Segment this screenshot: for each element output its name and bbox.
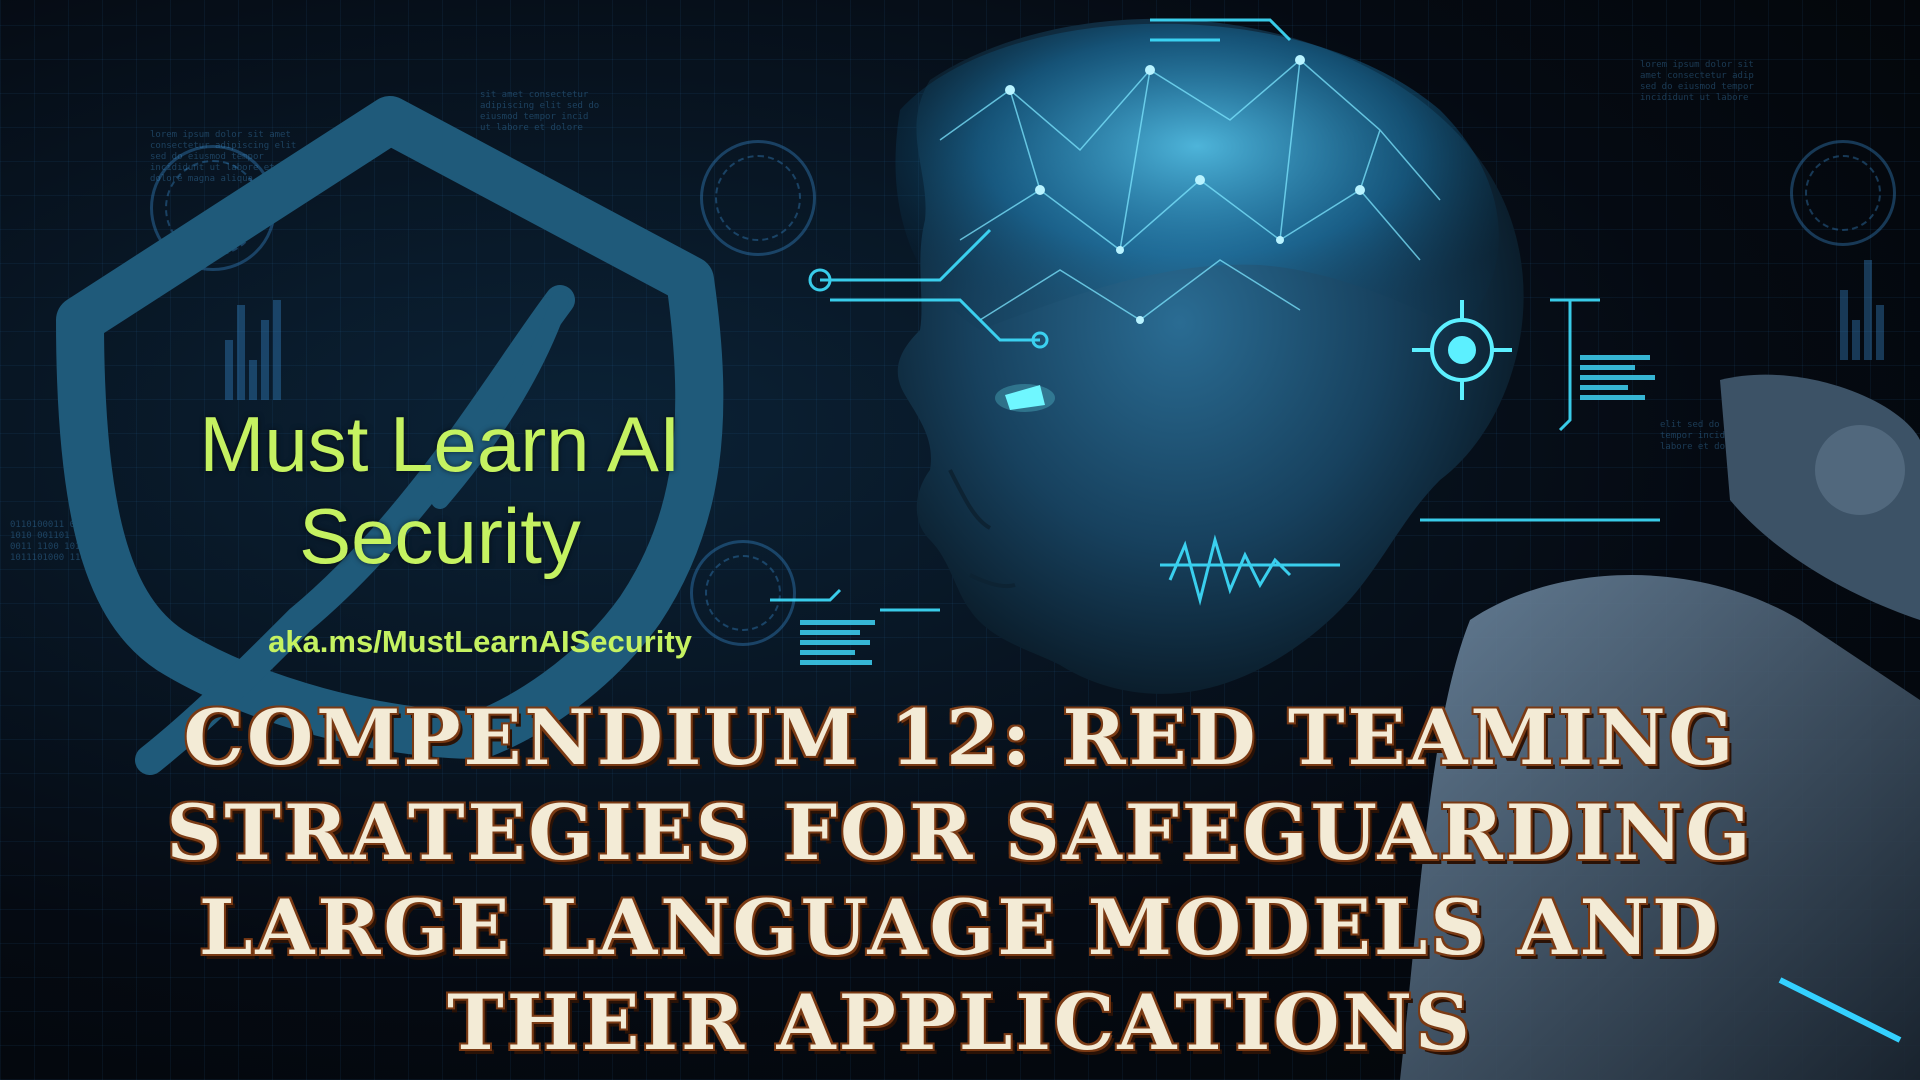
headline: Compendium 12: Red Teaming Strategies fo… <box>0 690 1920 1070</box>
brand-title-line: Security <box>299 492 581 580</box>
headline-line: Compendium 12: Red Teaming <box>183 693 1737 782</box>
headline-line: Large Language Models and <box>198 883 1722 972</box>
brand-title-line: Must Learn AI <box>199 400 681 488</box>
robot-head-icon <box>895 18 1524 694</box>
brand-title: Must Learn AI Security <box>100 398 780 582</box>
headline-line: Strategies for Safeguarding <box>166 788 1754 877</box>
headline-line: Their Applications <box>447 978 1473 1067</box>
brand-link: aka.ms/MustLearnAISecurity <box>268 624 692 659</box>
